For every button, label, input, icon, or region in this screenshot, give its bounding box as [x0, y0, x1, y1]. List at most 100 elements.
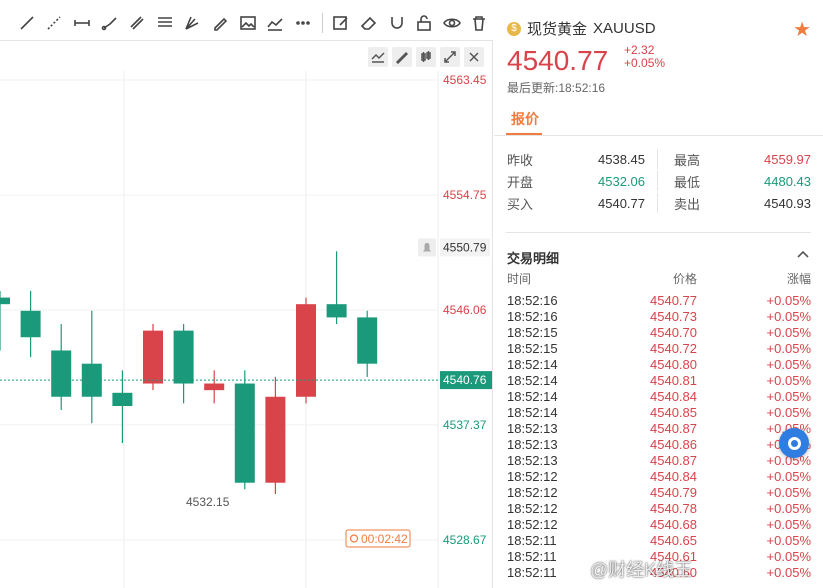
close-icon[interactable]	[464, 47, 484, 67]
candle-up	[265, 396, 286, 483]
trade-change: +0.05%	[766, 404, 811, 420]
eraser-icon[interactable]	[356, 10, 382, 36]
trade-time: 18:52:11	[507, 532, 557, 548]
draw-icon[interactable]	[392, 47, 412, 67]
trade-change: +0.05%	[766, 340, 811, 356]
trade-table-header: 时间 价格 涨幅	[507, 270, 811, 287]
trade-price: 4540.79	[650, 484, 697, 500]
trade-change: +0.05%	[766, 356, 811, 372]
watermark: @财经K线王	[590, 560, 693, 580]
pattern-icon[interactable]	[262, 10, 288, 36]
indicator-icon[interactable]	[368, 47, 388, 67]
trade-row: 18:52:14 4540.81 +0.05%	[507, 372, 811, 388]
tab-quote[interactable]: 报价	[511, 109, 539, 129]
trade-time: 18:52:13	[507, 436, 558, 452]
candle-down	[234, 383, 255, 483]
trade-change: +0.05%	[766, 564, 811, 580]
y-axis-label: 4546.06	[443, 303, 487, 317]
collapse-icon[interactable]	[797, 248, 809, 260]
trend-line-icon[interactable]	[14, 10, 40, 36]
trade-change: +0.05%	[766, 388, 811, 404]
trade-change: +0.05%	[766, 516, 811, 532]
trade-price: 4540.65	[650, 532, 697, 548]
trade-row: 18:52:11 4540.65 +0.05%	[507, 532, 811, 548]
low-price-label: 4532.15	[186, 495, 230, 509]
trade-time: 18:52:15	[507, 324, 558, 340]
trade-time: 18:52:12	[507, 500, 558, 516]
trade-time: 18:52:16	[507, 292, 558, 308]
chat-icon	[787, 436, 801, 450]
fibonacci-icon[interactable]	[180, 10, 206, 36]
header-change: 涨幅	[786, 272, 811, 286]
stat-label: 开盘	[507, 174, 534, 190]
candle-down	[0, 297, 10, 305]
last-updated: 最后更新:18:52:16	[507, 81, 606, 95]
stat-label: 最低	[674, 174, 701, 190]
instrument-name: 现货黄金	[527, 21, 588, 38]
stat-row: 开盘 4532.06 最低 4480.43	[507, 170, 811, 192]
candle-down	[357, 317, 378, 364]
trade-change: +0.05%	[766, 308, 811, 324]
channel-icon[interactable]	[152, 10, 178, 36]
stat-value: 4540.93	[764, 195, 811, 211]
trade-price: 4540.84	[650, 468, 697, 484]
stat-label: 买入	[507, 196, 534, 212]
price-change: +2.32 +0.05%	[624, 44, 665, 70]
trade-time: 18:52:14	[507, 404, 558, 420]
trade-time: 18:52:15	[507, 340, 558, 356]
tab-divider	[494, 135, 823, 136]
stat-value: 4540.77	[598, 195, 645, 211]
more-icon[interactable]	[290, 10, 316, 36]
last-price: 4540.77	[507, 45, 609, 76]
stat-row: 昨收 4538.45 最高 4559.97	[507, 148, 811, 170]
magnet-icon[interactable]	[384, 10, 410, 36]
trade-change: +0.05%	[766, 548, 811, 564]
ray-line-icon[interactable]	[42, 10, 68, 36]
parallel-line-icon[interactable]	[124, 10, 150, 36]
edit-icon[interactable]	[329, 10, 355, 36]
trade-time: 18:52:13	[507, 452, 558, 468]
segment-icon[interactable]	[97, 10, 123, 36]
candle-up	[143, 330, 163, 384]
candle-up	[204, 383, 225, 391]
trade-price: 4540.68	[650, 516, 697, 532]
trade-time: 18:52:13	[507, 420, 558, 436]
favorite-star-icon[interactable]: ★	[793, 17, 811, 42]
section-divider	[506, 232, 811, 233]
trade-price: 4540.72	[650, 340, 697, 356]
chart-panel: 4563.45 4554.75 4546.06 4537.37 4528.67 4550.…	[0, 40, 493, 588]
stat-divider	[657, 193, 658, 213]
trash-icon[interactable]	[466, 10, 492, 36]
pen-icon[interactable]	[207, 10, 233, 36]
trade-row: 18:52:134540.87+0.05%	[507, 420, 811, 436]
y-axis-label: 4537.37	[443, 418, 487, 432]
trade-row: 18:52:134540.87+0.05%	[507, 452, 811, 468]
assistant-button[interactable]	[779, 428, 809, 458]
trade-time: 18:52:12	[507, 468, 558, 484]
stat-value: 4532.06	[598, 173, 645, 189]
trade-row: 18:52:14 4540.80 +0.05%	[507, 356, 811, 372]
candle-down	[173, 330, 194, 384]
candle-type-icon[interactable]	[416, 47, 436, 67]
gold-coin-icon: $	[507, 21, 521, 36]
trade-price: 4540.80	[650, 356, 697, 372]
trade-time: 18:52:14	[507, 356, 558, 372]
trade-price: 4540.78	[650, 500, 697, 516]
unlock-icon[interactable]	[411, 10, 437, 36]
stat-label: 昨收	[507, 152, 534, 168]
horizontal-line-icon[interactable]	[69, 10, 95, 36]
alert-price-label: 4550.79	[443, 240, 487, 254]
trade-price: 4540.77	[650, 292, 697, 308]
trade-price: 4540.87	[650, 420, 697, 436]
stat-value: 4480.43	[764, 173, 811, 189]
fullscreen-icon[interactable]	[440, 47, 460, 67]
candlestick-chart[interactable]: 4563.45 4554.75 4546.06 4537.37 4528.67 4550.…	[0, 41, 492, 588]
image-icon[interactable]	[235, 10, 261, 36]
candle-down	[51, 350, 72, 397]
trade-change: +0.05%	[766, 292, 811, 308]
trade-change: +0.05%	[766, 484, 811, 500]
change-percent: +0.05%	[624, 56, 666, 70]
trade-row: 18:52:16 4540.73 +0.05%	[507, 308, 811, 324]
stat-label: 最高	[674, 152, 701, 168]
eye-icon[interactable]	[439, 10, 465, 36]
